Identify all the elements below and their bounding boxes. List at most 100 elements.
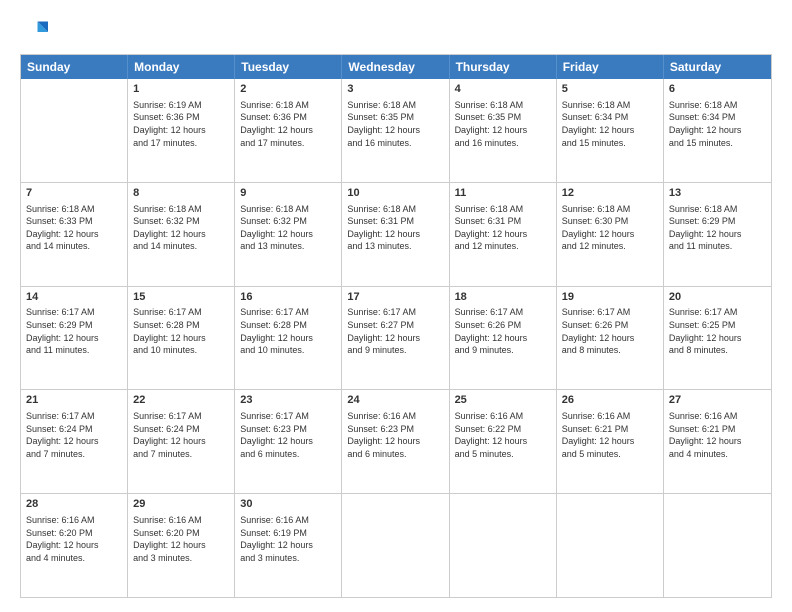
logo-icon: [20, 18, 48, 46]
calendar-cell: 4 Sunrise: 6:18 AMSunset: 6:35 PMDaylight…: [450, 79, 557, 182]
day-number: 29: [133, 497, 229, 512]
day-number: 28: [26, 497, 122, 512]
calendar-cell: [664, 494, 771, 597]
calendar-cell: 20Sunrise: 6:17 AMSunset: 6:25 PMDayligh…: [664, 287, 771, 390]
calendar-cell: [342, 494, 449, 597]
cell-info: Sunrise: 6:18 AMSunset: 6:32 PMDaylight:…: [240, 203, 336, 253]
calendar-cell: [21, 79, 128, 182]
cell-info: Sunrise: 6:17 AMSunset: 6:27 PMDaylight:…: [347, 306, 443, 356]
day-number: 25: [455, 393, 551, 408]
calendar-cell: 23 Sunrise: 6:17 AMSunset: 6:23 PMDayligh…: [235, 390, 342, 493]
calendar-cell: 19Sunrise: 6:17 AMSunset: 6:26 PMDayligh…: [557, 287, 664, 390]
calendar-cell: 3Sunrise: 6:18 AMSunset: 6:35 PMDaylight…: [342, 79, 449, 182]
day-number: 11: [455, 186, 551, 201]
cell-info: Sunrise: 6:17 AMSunset: 6:29 PMDaylight:…: [26, 306, 122, 356]
calendar-cell: 22Sunrise: 6:17 AMSunset: 6:24 PMDayligh…: [128, 390, 235, 493]
day-number: 18: [455, 290, 551, 305]
day-number: 8: [133, 186, 229, 201]
calendar-row-0: 1Sunrise: 6:19 AMSunset: 6:36 PMDaylight…: [21, 79, 771, 182]
calendar-cell: 18Sunrise: 6:17 AMSunset: 6:26 PMDayligh…: [450, 287, 557, 390]
calendar-cell: 26 Sunrise: 6:16 AMSunset: 6:21 PMDayligh…: [557, 390, 664, 493]
day-number: 13: [669, 186, 766, 201]
calendar-cell: 7 Sunrise: 6:18 AMSunset: 6:33 PMDaylight…: [21, 183, 128, 286]
calendar-body: 1Sunrise: 6:19 AMSunset: 6:36 PMDaylight…: [21, 79, 771, 597]
cell-info: Sunrise: 6:17 AMSunset: 6:24 PMDaylight:…: [133, 410, 229, 460]
calendar-cell: 28 Sunrise: 6:16 AMSunset: 6:20 PMDayligh…: [21, 494, 128, 597]
calendar: SundayMondayTuesdayWednesdayThursdayFrid…: [20, 54, 772, 598]
calendar-row-1: 7 Sunrise: 6:18 AMSunset: 6:33 PMDaylight…: [21, 182, 771, 286]
calendar-cell: 17Sunrise: 6:17 AMSunset: 6:27 PMDayligh…: [342, 287, 449, 390]
header-day-saturday: Saturday: [664, 55, 771, 79]
cell-info: Sunrise: 6:18 AMSunset: 6:33 PMDaylight:…: [26, 203, 122, 253]
day-number: 14: [26, 290, 122, 305]
cell-info: Sunrise: 6:16 AMSunset: 6:20 PMDaylight:…: [26, 514, 122, 564]
calendar-cell: 21 Sunrise: 6:17 AMSunset: 6:24 PMDayligh…: [21, 390, 128, 493]
cell-info: Sunrise: 6:19 AMSunset: 6:36 PMDaylight:…: [133, 99, 229, 149]
calendar-cell: 12Sunrise: 6:18 AMSunset: 6:30 PMDayligh…: [557, 183, 664, 286]
cell-info: Sunrise: 6:18 AMSunset: 6:32 PMDaylight:…: [133, 203, 229, 253]
header-day-friday: Friday: [557, 55, 664, 79]
cell-info: Sunrise: 6:16 AMSunset: 6:19 PMDaylight:…: [240, 514, 336, 564]
cell-info: Sunrise: 6:17 AMSunset: 6:26 PMDaylight:…: [455, 306, 551, 356]
calendar-cell: 15Sunrise: 6:17 AMSunset: 6:28 PMDayligh…: [128, 287, 235, 390]
day-number: 2: [240, 82, 336, 97]
header-day-wednesday: Wednesday: [342, 55, 449, 79]
day-number: 5: [562, 82, 658, 97]
day-number: 20: [669, 290, 766, 305]
cell-info: Sunrise: 6:18 AMSunset: 6:35 PMDaylight:…: [455, 99, 551, 149]
cell-info: Sunrise: 6:18 AMSunset: 6:29 PMDaylight:…: [669, 203, 766, 253]
header-day-tuesday: Tuesday: [235, 55, 342, 79]
day-number: 26: [562, 393, 658, 408]
calendar-cell: 29Sunrise: 6:16 AMSunset: 6:20 PMDayligh…: [128, 494, 235, 597]
day-number: 10: [347, 186, 443, 201]
day-number: 21: [26, 393, 122, 408]
day-number: 3: [347, 82, 443, 97]
cell-info: Sunrise: 6:17 AMSunset: 6:24 PMDaylight:…: [26, 410, 122, 460]
cell-info: Sunrise: 6:16 AMSunset: 6:23 PMDaylight:…: [347, 410, 443, 460]
calendar-cell: 2 Sunrise: 6:18 AMSunset: 6:36 PMDaylight…: [235, 79, 342, 182]
day-number: 30: [240, 497, 336, 512]
calendar-header: SundayMondayTuesdayWednesdayThursdayFrid…: [21, 55, 771, 79]
day-number: 19: [562, 290, 658, 305]
cell-info: Sunrise: 6:18 AMSunset: 6:36 PMDaylight:…: [240, 99, 336, 149]
calendar-cell: 8 Sunrise: 6:18 AMSunset: 6:32 PMDaylight…: [128, 183, 235, 286]
calendar-row-3: 21 Sunrise: 6:17 AMSunset: 6:24 PMDayligh…: [21, 389, 771, 493]
day-number: 6: [669, 82, 766, 97]
calendar-cell: [557, 494, 664, 597]
day-number: 4: [455, 82, 551, 97]
calendar-cell: 30 Sunrise: 6:16 AMSunset: 6:19 PMDayligh…: [235, 494, 342, 597]
day-number: 12: [562, 186, 658, 201]
page: SundayMondayTuesdayWednesdayThursdayFrid…: [0, 0, 792, 612]
calendar-cell: 13 Sunrise: 6:18 AMSunset: 6:29 PMDayligh…: [664, 183, 771, 286]
calendar-cell: 25 Sunrise: 6:16 AMSunset: 6:22 PMDayligh…: [450, 390, 557, 493]
header-day-monday: Monday: [128, 55, 235, 79]
calendar-cell: [450, 494, 557, 597]
cell-info: Sunrise: 6:16 AMSunset: 6:21 PMDaylight:…: [562, 410, 658, 460]
day-number: 23: [240, 393, 336, 408]
cell-info: Sunrise: 6:16 AMSunset: 6:22 PMDaylight:…: [455, 410, 551, 460]
cell-info: Sunrise: 6:18 AMSunset: 6:34 PMDaylight:…: [562, 99, 658, 149]
calendar-cell: 5 Sunrise: 6:18 AMSunset: 6:34 PMDaylight…: [557, 79, 664, 182]
header-day-thursday: Thursday: [450, 55, 557, 79]
cell-info: Sunrise: 6:17 AMSunset: 6:26 PMDaylight:…: [562, 306, 658, 356]
cell-info: Sunrise: 6:17 AMSunset: 6:28 PMDaylight:…: [240, 306, 336, 356]
day-number: 15: [133, 290, 229, 305]
day-number: 27: [669, 393, 766, 408]
cell-info: Sunrise: 6:18 AMSunset: 6:31 PMDaylight:…: [347, 203, 443, 253]
calendar-row-4: 28 Sunrise: 6:16 AMSunset: 6:20 PMDayligh…: [21, 493, 771, 597]
calendar-cell: 10 Sunrise: 6:18 AMSunset: 6:31 PMDayligh…: [342, 183, 449, 286]
calendar-cell: 14Sunrise: 6:17 AMSunset: 6:29 PMDayligh…: [21, 287, 128, 390]
day-number: 7: [26, 186, 122, 201]
day-number: 24: [347, 393, 443, 408]
calendar-cell: 6 Sunrise: 6:18 AMSunset: 6:34 PMDaylight…: [664, 79, 771, 182]
cell-info: Sunrise: 6:17 AMSunset: 6:23 PMDaylight:…: [240, 410, 336, 460]
cell-info: Sunrise: 6:17 AMSunset: 6:28 PMDaylight:…: [133, 306, 229, 356]
calendar-cell: 11Sunrise: 6:18 AMSunset: 6:31 PMDayligh…: [450, 183, 557, 286]
calendar-cell: 24 Sunrise: 6:16 AMSunset: 6:23 PMDayligh…: [342, 390, 449, 493]
calendar-cell: 9 Sunrise: 6:18 AMSunset: 6:32 PMDaylight…: [235, 183, 342, 286]
logo: [20, 18, 52, 46]
calendar-cell: 16Sunrise: 6:17 AMSunset: 6:28 PMDayligh…: [235, 287, 342, 390]
header-day-sunday: Sunday: [21, 55, 128, 79]
cell-info: Sunrise: 6:18 AMSunset: 6:34 PMDaylight:…: [669, 99, 766, 149]
day-number: 9: [240, 186, 336, 201]
